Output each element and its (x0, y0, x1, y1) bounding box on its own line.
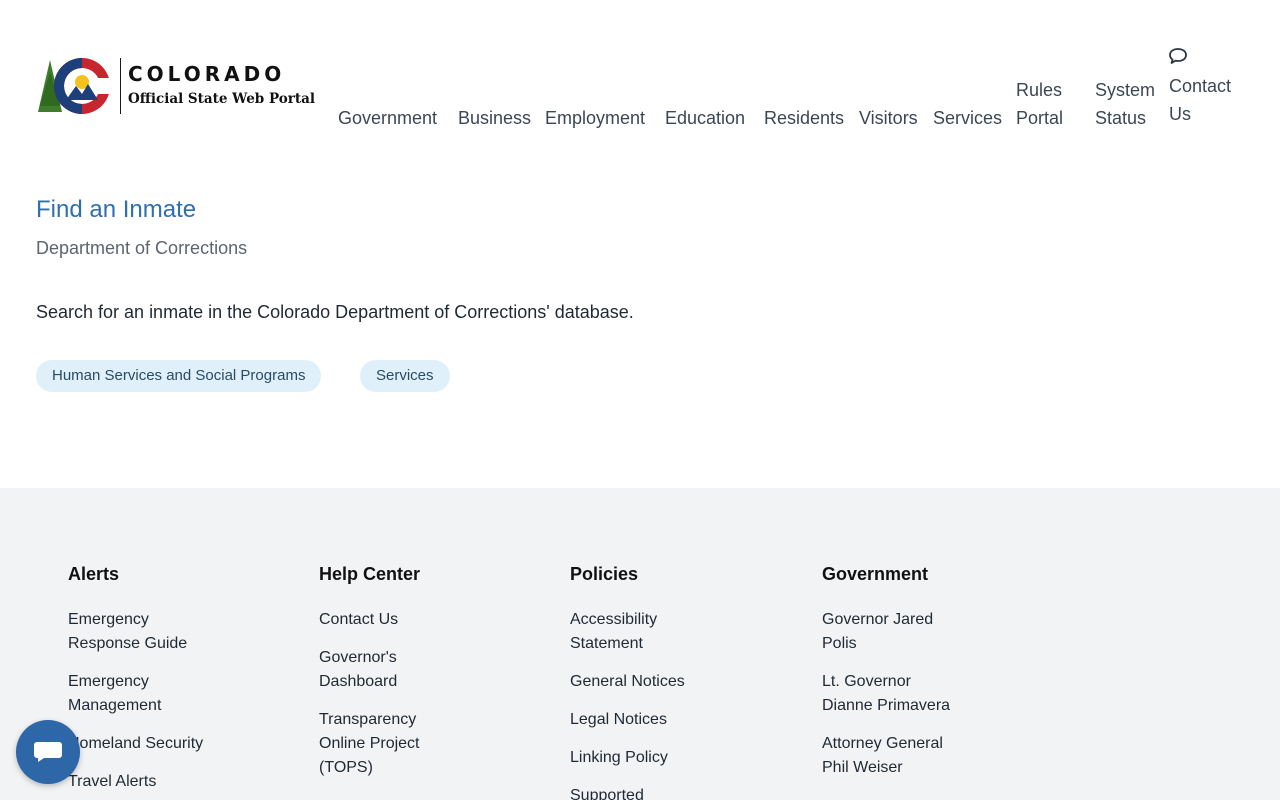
tag-human-services[interactable]: Human Services and Social Programs (36, 360, 322, 392)
footer-link-emergency-response-guide[interactable]: Emergency Response Guide (68, 608, 198, 656)
footer-column-policies: Policies Accessibility Statement General… (570, 562, 770, 800)
nav-education[interactable]: Education (665, 104, 745, 132)
footer-link-attorney-general[interactable]: Attorney General Phil Weiser (822, 732, 952, 780)
site-header: COLORADO Official State Web Portal Gover… (0, 0, 1280, 160)
footer-column-alerts: Alerts Emergency Response Guide Emergenc… (68, 562, 268, 800)
footer-link-lt-governor[interactable]: Lt. Governor Dianne Primavera (822, 670, 962, 718)
footer-link-tops[interactable]: Transparency Online Project (TOPS) (319, 708, 439, 780)
footer-heading-policies: Policies (570, 564, 639, 584)
nav-rules-portal[interactable]: Rules Portal (1016, 76, 1076, 132)
nav-business[interactable]: Business (458, 104, 531, 132)
footer-heading-government: Government (822, 564, 929, 584)
speech-bubble-icon (1169, 48, 1187, 64)
footer-link-emergency-management[interactable]: Emergency Management (68, 670, 178, 718)
footer-link-general-notices[interactable]: General Notices (570, 670, 770, 694)
page-title: Find an Inmate (36, 196, 197, 223)
nav-system-status[interactable]: System Status (1095, 76, 1161, 132)
page-description: Search for an inmate in the Colorado Dep… (36, 302, 634, 322)
chat-button[interactable] (16, 720, 80, 784)
footer-column-help-center: Help Center Contact Us Governor's Dashbo… (319, 562, 519, 794)
nav-contact-us[interactable]: Contact Us (1169, 72, 1239, 128)
logo-divider (120, 58, 121, 114)
colorado-c-logo-icon (38, 58, 112, 114)
logo-title: COLORADO (128, 62, 286, 86)
footer-link-supported[interactable]: Supported (570, 784, 770, 800)
footer-link-governor[interactable]: Governor Jared Polis (822, 608, 947, 656)
footer-heading-help-center: Help Center (319, 564, 421, 584)
site-footer: Alerts Emergency Response Guide Emergenc… (0, 488, 1280, 800)
footer-link-travel-alerts[interactable]: Travel Alerts (68, 770, 268, 794)
footer-link-homeland-security[interactable]: Homeland Security (68, 732, 268, 756)
footer-column-government: Government Governor Jared Polis Lt. Gove… (822, 562, 1022, 794)
tag-services[interactable]: Services (360, 360, 450, 392)
footer-link-accessibility-statement[interactable]: Accessibility Statement (570, 608, 670, 656)
department-name: Department of Corrections (36, 238, 248, 258)
logo-subtitle: Official State Web Portal (128, 91, 315, 107)
footer-link-governors-dashboard[interactable]: Governor's Dashboard (319, 646, 409, 694)
footer-link-contact-us[interactable]: Contact Us (319, 608, 519, 632)
footer-link-legal-notices[interactable]: Legal Notices (570, 708, 770, 732)
footer-heading-alerts: Alerts (68, 564, 120, 584)
nav-employment[interactable]: Employment (545, 104, 645, 132)
chat-bubble-icon (34, 742, 62, 762)
footer-link-linking-policy[interactable]: Linking Policy (570, 746, 770, 770)
colorado-logo-link[interactable]: COLORADO Official State Web Portal (36, 56, 316, 116)
nav-residents[interactable]: Residents (764, 104, 844, 132)
nav-visitors[interactable]: Visitors (859, 104, 918, 132)
nav-government[interactable]: Government (338, 104, 437, 132)
nav-services[interactable]: Services (933, 104, 1002, 132)
